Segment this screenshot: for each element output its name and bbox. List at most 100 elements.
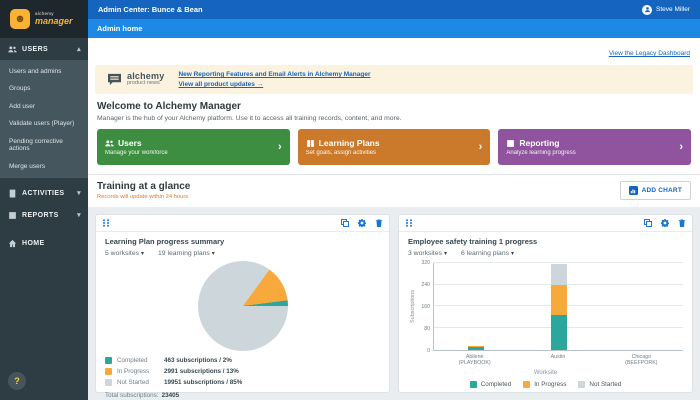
app-logo[interactable]: ☻ alchemy manager [0, 0, 88, 38]
chevron-right-icon: › [278, 141, 282, 153]
y-axis-ticks: 0 80 160 240 320 [417, 263, 433, 351]
reporting-icon [506, 139, 515, 148]
news-link-all-updates[interactable]: View all product updates → [178, 81, 370, 88]
sidebar-section-home[interactable]: HOME [0, 232, 88, 254]
sidebar-item-groups[interactable]: Groups [0, 80, 88, 97]
bar-chicago [600, 263, 683, 350]
glance-title: Training at a glance [97, 181, 190, 192]
settings-gear-icon[interactable] [661, 219, 669, 227]
user-name: Steve Miller [656, 6, 690, 13]
duplicate-icon[interactable] [341, 219, 349, 227]
nav-card-reporting[interactable]: Reporting Analyze learning progress › [498, 129, 691, 165]
nav-card-users-title: Users [118, 138, 142, 148]
pie-widget-title: Learning Plan progress summary [105, 237, 380, 246]
reports-icon [7, 210, 17, 220]
activities-icon [7, 188, 17, 198]
chevron-down-icon: ▾ [77, 211, 81, 219]
x-axis-label: Worksite [408, 370, 683, 376]
legend-swatch-completed [105, 357, 112, 364]
users-icon [105, 139, 114, 148]
bar-widget-title: Employee safety training 1 progress [408, 237, 683, 246]
chart-widgets-row: Learning Plan progress summary 5 worksit… [88, 207, 700, 400]
welcome-title: Welcome to Alchemy Manager [97, 101, 691, 112]
learning-plans-icon [306, 139, 315, 148]
sidebar-section-users[interactable]: USERS ▴ [0, 38, 88, 60]
nav-card-reporting-subtitle: Analyze learning progress [506, 150, 575, 156]
chevron-up-icon: ▴ [77, 45, 81, 53]
sidebar-users-label: USERS [22, 46, 48, 53]
app-window: ☻ alchemy manager USERS ▴ Users and admi… [0, 0, 700, 400]
quick-nav-cards: Users Manage your workforce › Learning P… [97, 129, 691, 165]
dropdown-arrow-icon: ▾ [444, 251, 447, 257]
settings-gear-icon[interactable] [358, 219, 366, 227]
welcome-section: Welcome to Alchemy Manager Manager is th… [88, 99, 700, 122]
nav-card-users[interactable]: Users Manage your workforce › [97, 129, 290, 165]
users-icon [7, 44, 17, 54]
admin-center-title: Admin Center: Bunce & Bean [98, 5, 203, 14]
bar-abilene [434, 263, 517, 350]
pie-legend: Completed 463 subscriptions / 2% In Prog… [105, 355, 380, 399]
sidebar-reports-label: REPORTS [22, 212, 59, 219]
sidebar-item-pending-corrective-actions[interactable]: Pending corrective actions [0, 133, 88, 158]
add-chart-label: ADD CHART [642, 187, 682, 194]
pie-filter-worksites[interactable]: 5 worksites▾ [105, 250, 144, 257]
top-header-bar: Admin Center: Bunce & Bean Steve Miller [88, 0, 700, 19]
dropdown-arrow-icon: ▾ [511, 251, 514, 257]
chevron-right-icon: › [479, 141, 483, 153]
sidebar-section-reports[interactable]: REPORTS ▾ [0, 204, 88, 226]
nav-card-learning-plans[interactable]: Learning Plans Set goals, assign activit… [298, 129, 491, 165]
news-link-reporting-features[interactable]: New Reporting Features and Email Alerts … [178, 71, 370, 78]
speech-bubble-icon [107, 73, 122, 86]
help-button[interactable]: ? [8, 372, 26, 390]
widget-employee-safety-training: Employee safety training 1 progress 3 wo… [398, 214, 693, 393]
sidebar-activities-label: ACTIVITIES [22, 190, 65, 197]
legend-swatch-in-progress [105, 368, 112, 375]
legacy-dashboard-link[interactable]: View the Legacy Dashboard [609, 50, 690, 57]
product-news-banner: alchemy product news New Reporting Featu… [95, 65, 693, 94]
widget-learning-plan-progress: Learning Plan progress summary 5 worksit… [95, 214, 390, 393]
nav-card-learning-title: Learning Plans [319, 138, 380, 148]
bar-legend: Completed In Progress Not Started [408, 381, 683, 388]
glance-update-note: Records will update within 24 hours. [97, 194, 190, 200]
logo-text-manager: manager [35, 17, 73, 26]
sidebar-section-activities[interactable]: ACTIVITIES ▾ [0, 182, 88, 204]
chevron-down-icon: ▾ [77, 189, 81, 197]
bar-segment-not-started [551, 264, 567, 284]
bar-segment-completed [468, 347, 484, 350]
legend-swatch-not-started [578, 381, 585, 388]
nav-card-reporting-title: Reporting [519, 138, 559, 148]
add-chart-button[interactable]: ADD CHART [620, 181, 691, 200]
legend-row-in-progress: In Progress 2991 subscriptions / 13% [105, 366, 380, 377]
news-brand-line2: product news [127, 81, 164, 87]
user-avatar-icon [642, 5, 652, 15]
main-area: Admin Center: Bunce & Bean Steve Miller … [88, 0, 700, 400]
home-icon [7, 238, 17, 248]
training-glance-header: Training at a glance Records will update… [88, 174, 700, 207]
pie-chart [198, 261, 288, 351]
dropdown-arrow-icon: ▾ [141, 251, 144, 257]
legend-swatch-not-started [105, 379, 112, 386]
pie-filter-learning-plans[interactable]: 19 learning plans▾ [158, 250, 215, 257]
drag-handle-icon[interactable] [405, 219, 413, 227]
alchemy-logo-icon: ☻ [10, 9, 30, 29]
nav-card-learning-subtitle: Set goals, assign activities [306, 150, 380, 156]
content-area: View the Legacy Dashboard alchemy produc… [88, 38, 700, 400]
sidebar-item-users-and-admins[interactable]: Users and admins [0, 63, 88, 80]
duplicate-icon[interactable] [644, 219, 652, 227]
sidebar-item-validate-users[interactable]: Validate users (Player) [0, 115, 88, 132]
user-menu[interactable]: Steve Miller [642, 5, 690, 15]
total-subscriptions: Total subscriptions:23405 [105, 392, 380, 399]
sidebar-item-merge-users[interactable]: Merge users [0, 158, 88, 175]
drag-handle-icon[interactable] [102, 219, 110, 227]
dropdown-arrow-icon: ▾ [212, 251, 215, 257]
delete-trash-icon[interactable] [375, 219, 383, 227]
legend-row-not-started: Not Started 19951 subscriptions / 85% [105, 377, 380, 388]
nav-card-users-subtitle: Manage your workforce [105, 150, 168, 156]
delete-trash-icon[interactable] [678, 219, 686, 227]
bar-filter-learning-plans[interactable]: 6 learning plans▾ [461, 250, 514, 257]
bar-filter-worksites[interactable]: 3 worksites▾ [408, 250, 447, 257]
chevron-right-icon: › [679, 141, 683, 153]
y-axis-label: Subscriptions [410, 290, 416, 323]
chart-icon [629, 186, 638, 195]
sidebar-item-add-user[interactable]: Add user [0, 98, 88, 115]
